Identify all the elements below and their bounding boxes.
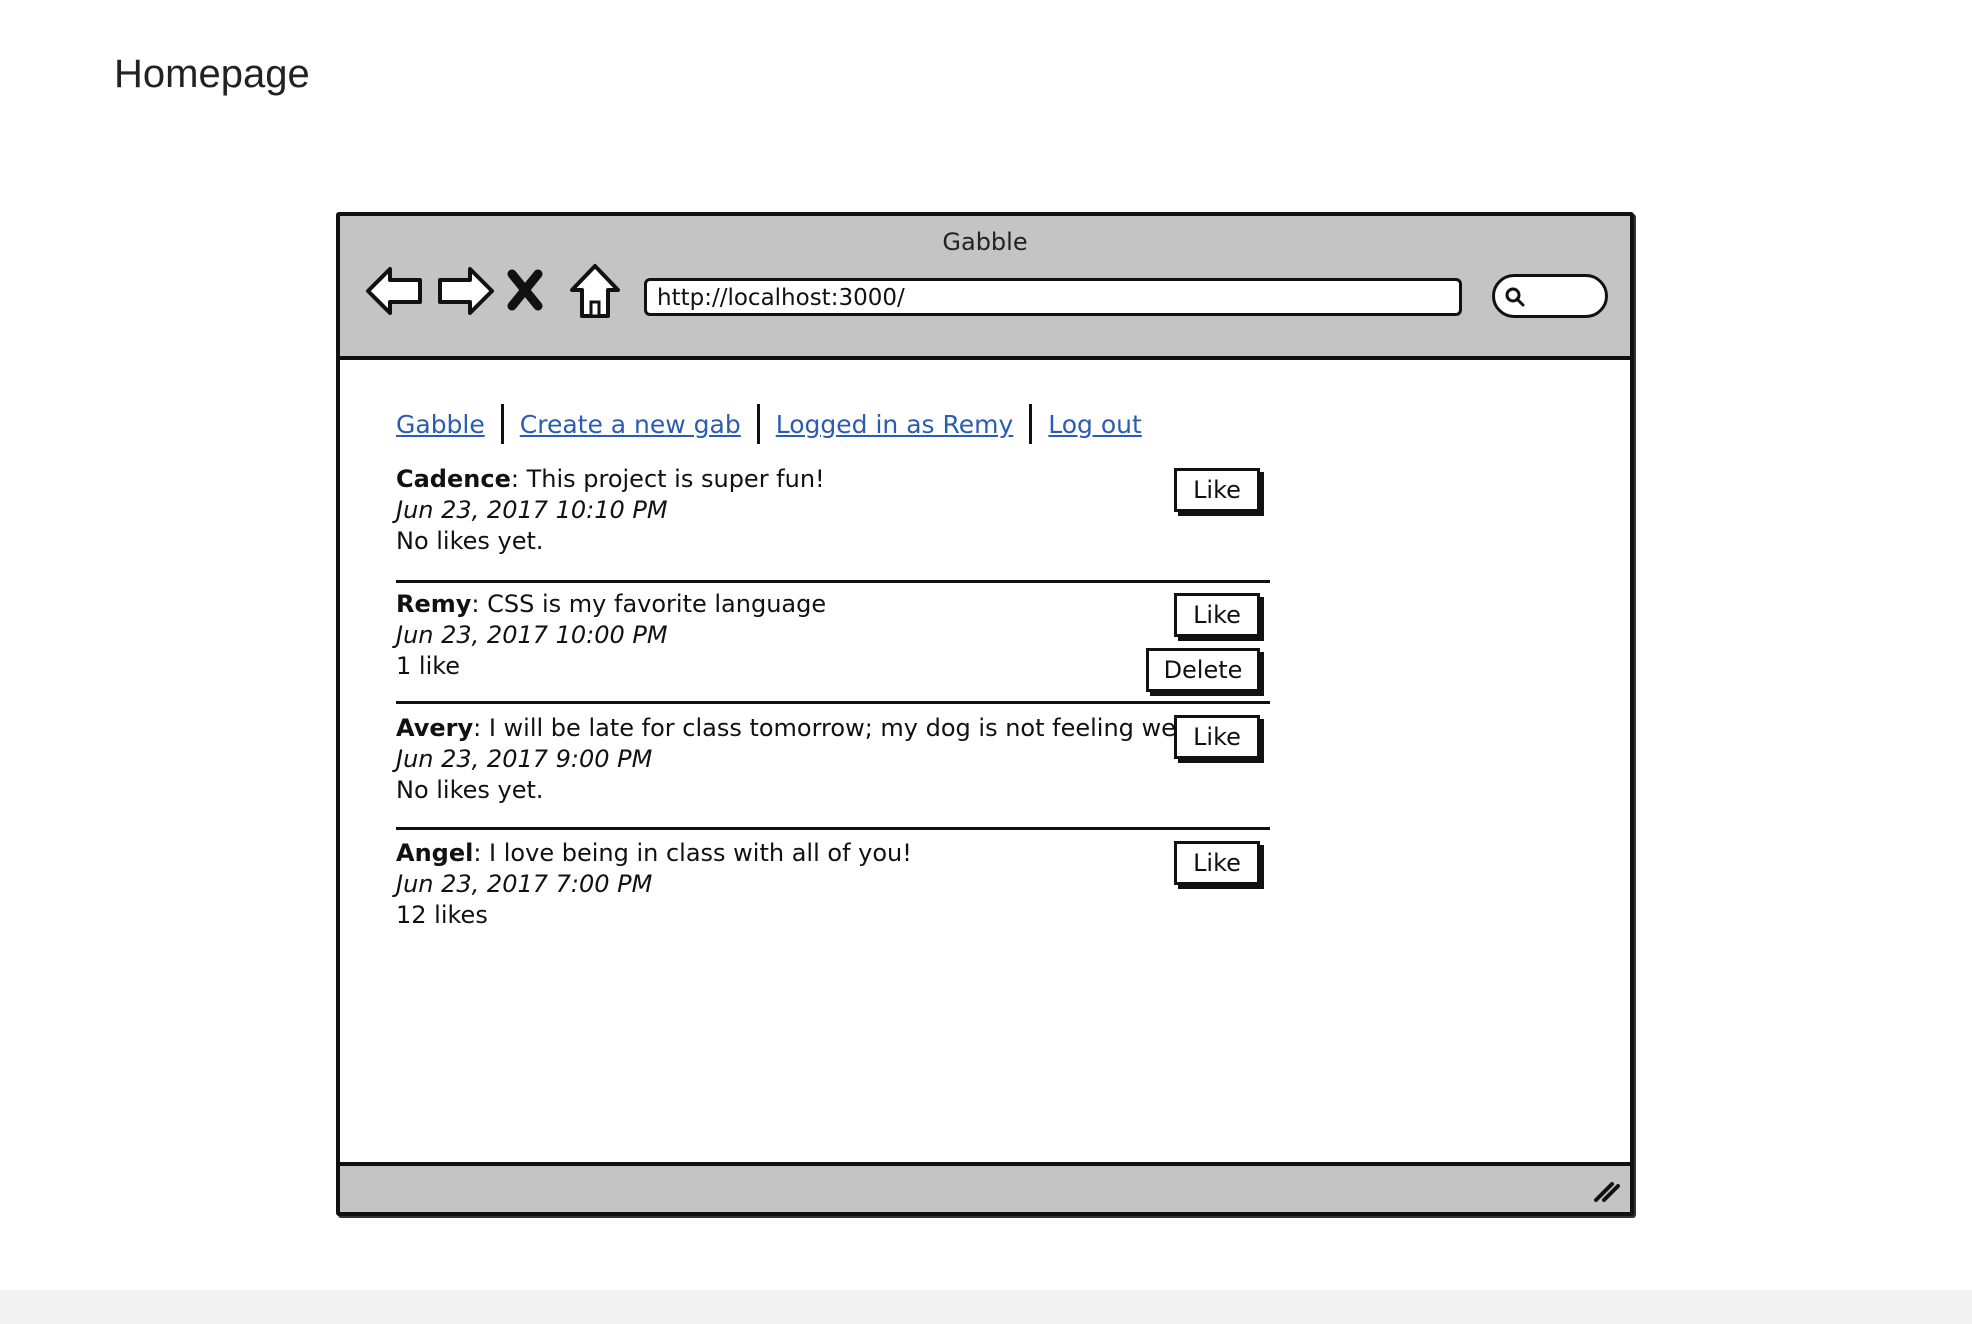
post-author: Avery	[396, 714, 474, 742]
resize-grip-icon[interactable]	[1590, 1174, 1620, 1204]
search-box[interactable]	[1492, 274, 1608, 318]
post-divider	[396, 827, 1270, 830]
post-likes: 1 like	[396, 652, 461, 680]
post-item: Avery: I will be late for class tomorrow…	[396, 713, 1270, 806]
post-item: Cadence: This project is super fun! Jun …	[396, 464, 1270, 557]
post-text: : CSS is my favorite language	[471, 590, 827, 618]
post-author: Angel	[396, 839, 474, 867]
browser-statusbar	[340, 1162, 1630, 1212]
like-button[interactable]: Like	[1174, 715, 1260, 759]
browser-window-mockup: Gabble http://localhost:3000/ Gabble Cre…	[336, 212, 1634, 1216]
post-author: Cadence	[396, 465, 511, 493]
post-divider	[396, 580, 1270, 583]
post-message: Angel: I love being in class with all of…	[396, 838, 1270, 869]
post-timestamp: Jun 23, 2017 10:00 PM	[396, 621, 668, 649]
post-message: Remy: CSS is my favorite language	[396, 589, 1270, 620]
post-timestamp: Jun 23, 2017 10:10 PM	[396, 496, 668, 524]
post-likes: No likes yet.	[396, 527, 544, 555]
nav-separator	[500, 404, 504, 444]
back-arrow-icon[interactable]	[364, 260, 426, 322]
nav-link-logout[interactable]: Log out	[1048, 410, 1142, 439]
post-divider	[396, 701, 1270, 704]
post-timestamp: Jun 23, 2017 9:00 PM	[396, 745, 653, 773]
post-text: : This project is super fun!	[510, 465, 825, 493]
browser-titlebar: Gabble http://localhost:3000/	[340, 216, 1630, 360]
post-text: : I will be late for class tomorrow; my …	[473, 714, 1197, 742]
page-footer-band	[0, 1290, 1972, 1324]
nav-link-home[interactable]: Gabble	[396, 410, 485, 439]
post-item: Angel: I love being in class with all of…	[396, 838, 1270, 931]
search-icon	[1505, 287, 1525, 307]
like-button[interactable]: Like	[1174, 593, 1260, 637]
like-button[interactable]: Like	[1174, 468, 1260, 512]
nav-separator	[1029, 404, 1033, 444]
post-author: Remy	[396, 590, 472, 618]
post-likes: 12 likes	[396, 901, 488, 929]
url-bar[interactable]: http://localhost:3000/	[644, 278, 1462, 316]
site-nav: Gabble Create a new gab Logged in as Rem…	[396, 404, 1142, 444]
window-title: Gabble	[942, 228, 1028, 256]
nav-separator	[756, 404, 760, 444]
post-message: Avery: I will be late for class tomorrow…	[396, 713, 1270, 744]
post-timestamp: Jun 23, 2017 7:00 PM	[396, 870, 653, 898]
post-likes: No likes yet.	[396, 776, 544, 804]
post-message: Cadence: This project is super fun!	[396, 464, 1270, 495]
nav-link-profile[interactable]: Logged in as Remy	[776, 410, 1014, 439]
nav-link-create-gab[interactable]: Create a new gab	[520, 410, 741, 439]
home-icon[interactable]	[564, 260, 626, 322]
like-button[interactable]: Like	[1174, 841, 1260, 885]
forward-arrow-icon[interactable]	[434, 260, 496, 322]
post-item: Remy: CSS is my favorite language Jun 23…	[396, 589, 1270, 682]
delete-button[interactable]: Delete	[1146, 648, 1260, 692]
stop-x-icon[interactable]	[504, 260, 546, 322]
page-content: Gabble Create a new gab Logged in as Rem…	[340, 360, 1630, 1142]
post-text: : I love being in class with all of you!	[473, 839, 912, 867]
page-heading: Homepage	[114, 52, 310, 96]
